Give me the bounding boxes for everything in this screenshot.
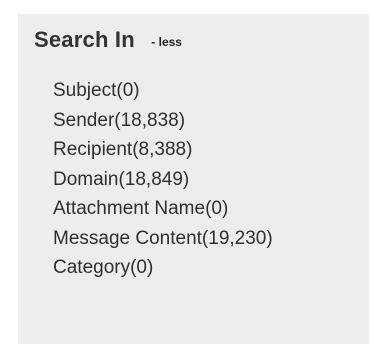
search-in-list: Subject(0) Sender(18,838) Recipient(8,38…	[53, 76, 273, 283]
search-in-item-sender[interactable]: Sender(18,838)	[53, 106, 273, 136]
search-in-header: Search In - less	[34, 27, 182, 53]
show-less-link[interactable]: - less	[151, 35, 182, 49]
search-in-item-message-content[interactable]: Message Content(19,230)	[53, 224, 273, 254]
search-in-item-subject[interactable]: Subject(0)	[53, 76, 273, 106]
search-in-panel: Search In - less Subject(0) Sender(18,83…	[18, 14, 369, 344]
search-in-item-attachment-name[interactable]: Attachment Name(0)	[53, 194, 273, 224]
search-in-title: Search In	[34, 27, 135, 52]
search-in-item-recipient[interactable]: Recipient(8,388)	[53, 135, 273, 165]
search-in-item-category[interactable]: Category(0)	[53, 253, 273, 283]
search-in-item-domain[interactable]: Domain(18,849)	[53, 165, 273, 195]
